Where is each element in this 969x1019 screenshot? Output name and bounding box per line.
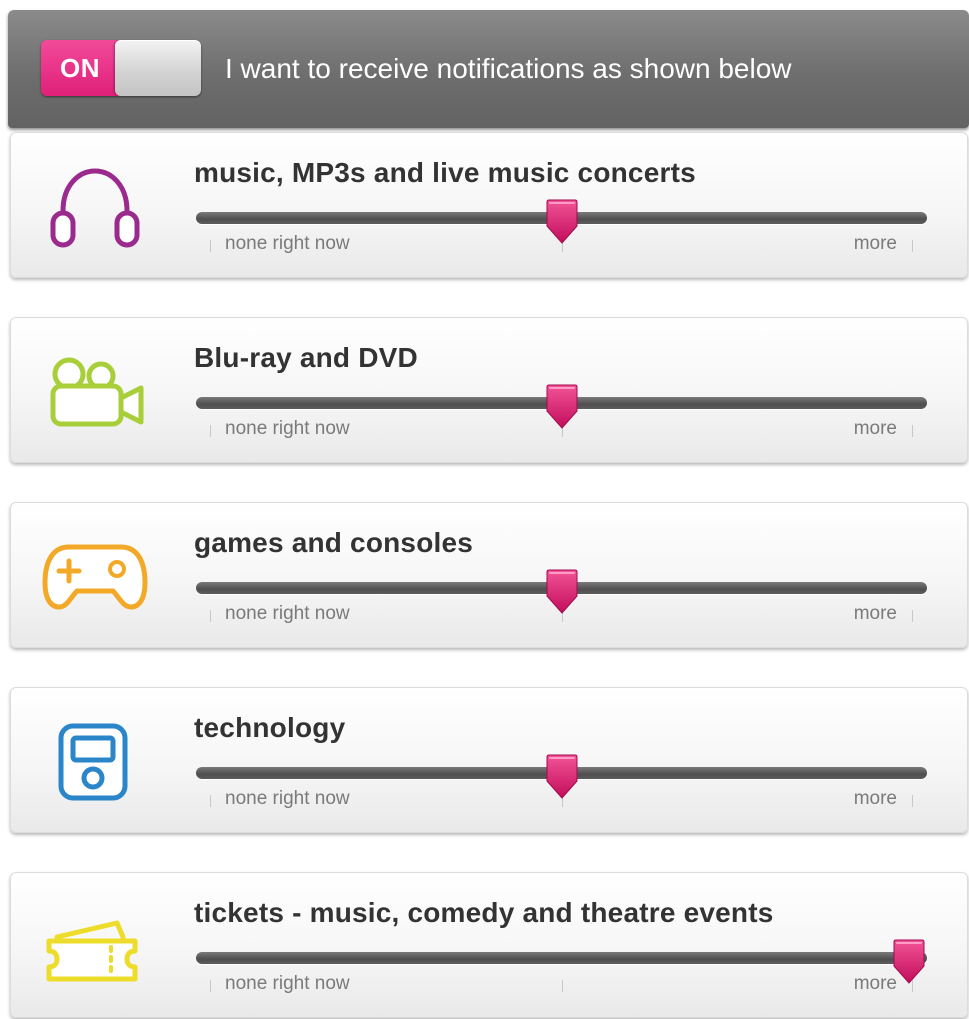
category-title: technology — [194, 712, 346, 743]
category-title: Blu-ray and DVD — [194, 342, 418, 373]
notifications-toggle[interactable]: ON — [41, 40, 201, 96]
slider-max-label: more — [853, 233, 897, 254]
slider-max-label: more — [853, 788, 897, 809]
slider-min-label: none right now — [225, 603, 350, 624]
slider-tick-min — [210, 240, 211, 252]
slider-tick-max — [912, 610, 913, 622]
category-title: tickets - music, comedy and theatre even… — [194, 897, 774, 928]
ticket-icon — [39, 901, 151, 991]
slider-min-label: none right now — [225, 418, 350, 439]
slider-tick-min — [210, 980, 211, 992]
slider-tick-min — [210, 425, 211, 437]
slider-tick-max — [912, 240, 913, 252]
slider-track[interactable] — [196, 952, 927, 964]
slider-thumb[interactable] — [544, 384, 580, 430]
headphones-icon — [39, 161, 151, 251]
category-card-bluray: Blu-ray and DVD none right now more — [10, 317, 968, 463]
slider-thumb[interactable] — [544, 199, 580, 245]
category-card-games: games and consoles none right now more — [10, 502, 968, 648]
slider-tick-min — [210, 795, 211, 807]
slider-tick-max — [912, 425, 913, 437]
slider-thumb[interactable] — [891, 939, 927, 985]
slider-tick-max — [912, 795, 913, 807]
slider-min-label: none right now — [225, 233, 350, 254]
category-title: games and consoles — [194, 527, 474, 558]
notifications-header: ON I want to receive notifications as sh… — [8, 10, 969, 128]
slider-thumb[interactable] — [544, 754, 580, 800]
slider-max-label: more — [853, 418, 897, 439]
slider-min-label: none right now — [225, 973, 350, 994]
game-controller-icon — [39, 531, 151, 621]
category-card-music: music, MP3s and live music concerts none… — [10, 132, 968, 278]
header-text: I want to receive notifications as shown… — [225, 53, 792, 84]
media-player-icon — [39, 716, 151, 806]
slider-thumb[interactable] — [544, 569, 580, 615]
slider-min-label: none right now — [225, 788, 350, 809]
slider-max-label: more — [853, 603, 897, 624]
category-title: music, MP3s and live music concerts — [194, 157, 696, 188]
slider-tick-min — [210, 610, 211, 622]
category-card-tickets: tickets - music, comedy and theatre even… — [10, 872, 968, 1018]
category-card-technology: technology none right now more — [10, 687, 968, 833]
slider-tick-mid — [561, 980, 563, 992]
toggle-on-label: ON — [41, 40, 119, 96]
movie-camera-icon — [39, 346, 151, 436]
toggle-knob[interactable] — [115, 40, 201, 96]
